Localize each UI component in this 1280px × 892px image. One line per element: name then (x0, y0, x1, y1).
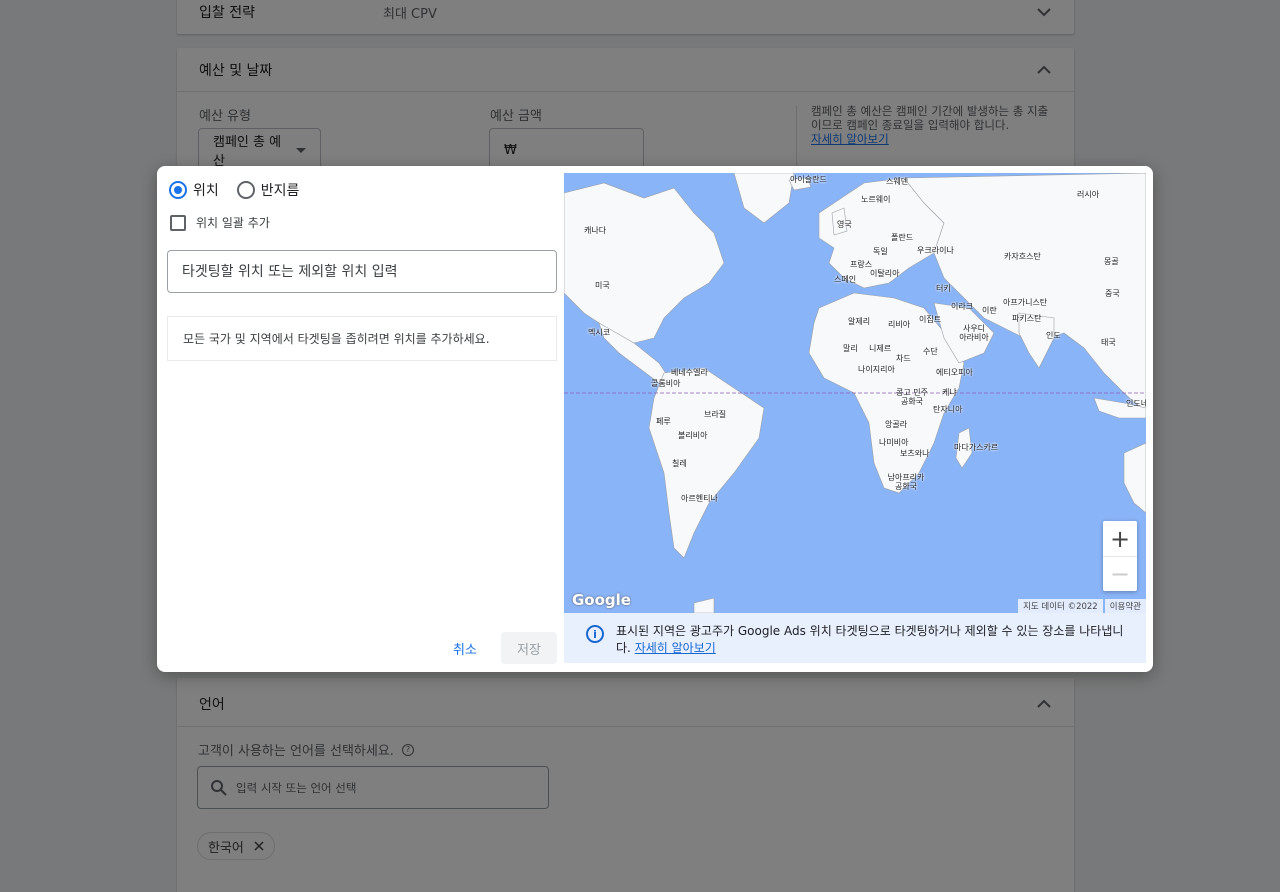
map-label-sudan: 수단 (923, 347, 938, 356)
map-label-ethiopia: 에티오피아 (936, 368, 973, 377)
map-label-peru: 페루 (656, 417, 671, 426)
map-label-russia: 러시아 (1077, 190, 1100, 199)
map-label-madagascar: 마다가스카르 (954, 443, 999, 452)
map-label-germany: 독일 (873, 247, 888, 256)
map-info-bar: i 표시된 지역은 광고주가 Google Ads 위치 타겟팅으로 타겟팅하거… (564, 613, 1146, 663)
map-label-namibia: 나미비아 (879, 438, 909, 447)
map-label-south-africa: 남아프리카 공화국 (887, 473, 925, 491)
map-label-usa: 미국 (595, 281, 610, 290)
map-zoom-control: + − (1103, 521, 1137, 591)
map-label-tanzania: 탄자니아 (933, 405, 963, 414)
map-label-poland: 폴란드 (891, 233, 914, 242)
map-label-iraq: 이라크 (951, 302, 974, 311)
map-label-china: 중국 (1105, 289, 1120, 298)
map-label-algeria: 알제리 (848, 317, 871, 326)
location-hint: 모든 국가 및 지역에서 타겟팅을 좁히려면 위치를 추가하세요. (167, 316, 557, 361)
map-label-niger: 니제르 (869, 344, 892, 353)
map-footer: 지도 데이터 ©2022 이용약관 (1016, 599, 1146, 613)
zoom-in-button[interactable]: + (1103, 521, 1137, 556)
map-label-mexico: 멕시코 (588, 328, 611, 337)
zoom-out-button[interactable]: − (1103, 556, 1137, 591)
map-label-brazil: 브라질 (704, 410, 727, 419)
google-logo: Google (572, 591, 631, 609)
map-data-credit[interactable]: 지도 데이터 ©2022 (1018, 599, 1103, 613)
bulk-add-label[interactable]: 위치 일괄 추가 (196, 214, 270, 231)
map-label-france: 프랑스 (850, 260, 873, 269)
map-label-drc: 콩고 민주 공화국 (896, 388, 928, 406)
map-label-kazakhstan: 카자흐스탄 (1004, 252, 1041, 261)
radio-location-label[interactable]: 위치 (193, 180, 219, 200)
radio-radius-label[interactable]: 반지름 (261, 180, 300, 200)
cancel-button[interactable]: 취소 (441, 632, 489, 664)
map-label-indonesia: 인도네 (1126, 399, 1146, 408)
map-label-india: 인도 (1046, 331, 1061, 340)
map-label-nigeria: 나이지리아 (858, 365, 895, 374)
map-label-pakistan: 파키스탄 (1012, 314, 1042, 323)
map-label-saudi: 사우디 아라비아 (959, 324, 989, 342)
info-learn-more-link[interactable]: 자세히 알아보기 (635, 641, 716, 655)
map-label-bolivia: 볼리비아 (678, 431, 708, 440)
radio-radius[interactable] (236, 181, 255, 199)
map-label-mongolia: 몽골 (1104, 257, 1119, 266)
world-map-land (564, 173, 1146, 613)
map-label-afghanistan: 아프가니스탄 (1003, 298, 1048, 307)
location-search-input[interactable] (167, 250, 557, 293)
location-hint-text: 모든 국가 및 지역에서 타겟팅을 좁히려면 위치를 추가하세요. (183, 332, 490, 346)
bulk-add-checkbox[interactable] (170, 214, 186, 231)
map-label-libya: 리비아 (888, 320, 911, 329)
info-text: 표시된 지역은 광고주가 Google Ads 위치 타겟팅으로 타겟팅하거나 … (616, 623, 1124, 655)
map-label-angola: 앙골라 (885, 420, 908, 429)
map-label-spain: 스페인 (834, 275, 857, 284)
map-label-kenya: 케냐 (942, 388, 957, 397)
map-label-chile: 칠레 (672, 459, 687, 468)
save-button[interactable]: 저장 (501, 632, 557, 664)
map-label-egypt: 이집트 (919, 315, 942, 324)
map-label-iceland: 아이슬란드 (790, 175, 827, 184)
map-label-venezuela: 베네수엘라 (671, 368, 708, 377)
world-map[interactable]: 아이슬란드 스웨덴 노르웨이 러시아 캐나다 영국 폴란드 독일 우크라이나 카… (564, 173, 1146, 613)
map-label-sweden: 스웨덴 (886, 177, 909, 186)
map-label-canada: 캐나다 (584, 226, 607, 235)
bulk-add-row: 위치 일괄 추가 (170, 214, 270, 231)
info-icon: i (586, 625, 604, 643)
map-label-chad: 차드 (896, 354, 911, 363)
map-label-botswana: 보츠와나 (900, 449, 930, 458)
map-label-turkey: 터키 (936, 284, 951, 293)
radio-location[interactable] (169, 181, 187, 199)
map-label-ukraine: 우크라이나 (917, 246, 954, 255)
map-label-argentina: 아르헨티나 (681, 494, 718, 503)
location-mode-radios: 위치 반지름 (169, 180, 311, 200)
map-label-uk: 영국 (837, 220, 852, 229)
map-label-italy: 이탈리아 (870, 269, 900, 278)
location-dialog: 위치 반지름 위치 일괄 추가 모든 국가 및 지역에서 타겟팅을 좁히려면 위… (157, 166, 1153, 672)
map-label-thailand: 태국 (1101, 338, 1116, 347)
map-terms-link[interactable]: 이용약관 (1104, 599, 1146, 613)
map-label-mali: 말리 (843, 344, 858, 353)
map-label-colombia: 콜롬비아 (651, 379, 681, 388)
map-label-norway: 노르웨이 (861, 195, 891, 204)
map-label-iran: 이란 (982, 306, 997, 315)
